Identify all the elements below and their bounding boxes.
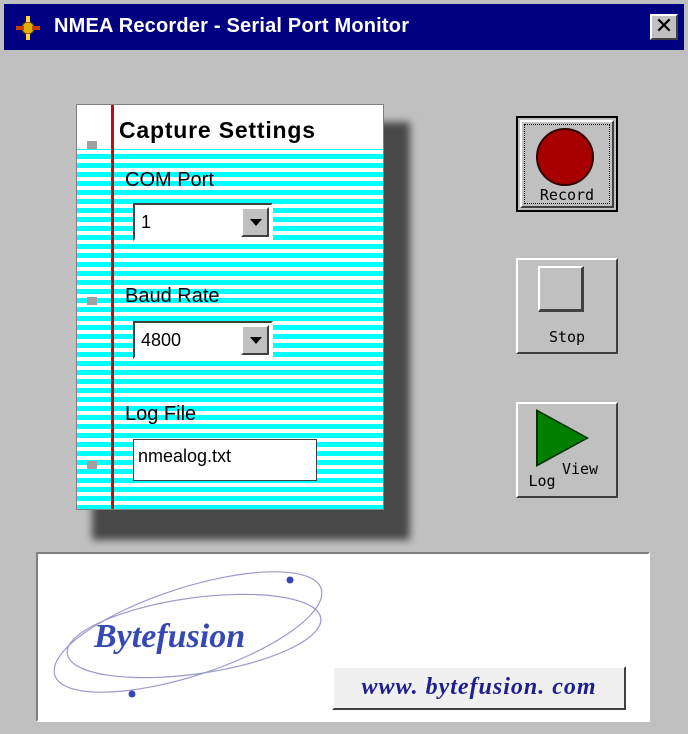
capture-settings-title: Capture Settings bbox=[119, 117, 316, 143]
close-button[interactable]: ✕ bbox=[650, 14, 678, 40]
com-port-select[interactable]: 1 bbox=[133, 203, 273, 241]
nmea-app-icon bbox=[16, 16, 40, 40]
website-link-button[interactable]: www. bytefusion. com bbox=[332, 666, 626, 710]
website-link-text: www. bytefusion. com bbox=[361, 674, 597, 700]
title-bar[interactable]: NMEA Recorder - Serial Port Monitor ✕ bbox=[4, 4, 684, 50]
close-icon: ✕ bbox=[654, 14, 674, 39]
orbit-dot bbox=[286, 576, 294, 584]
main-window: NMEA Recorder - Serial Port Monitor ✕ Ca… bbox=[0, 0, 688, 734]
play-triangle-icon bbox=[538, 412, 586, 464]
bytefusion-logo: Bytefusion bbox=[94, 618, 246, 655]
chevron-down-icon[interactable] bbox=[241, 207, 269, 237]
log-label: Log bbox=[528, 472, 556, 490]
orbit-dot bbox=[128, 690, 136, 698]
log-file-field[interactable] bbox=[133, 439, 317, 481]
record-label: Record bbox=[539, 186, 595, 204]
com-port-label: COM Port bbox=[125, 169, 214, 191]
log-file-input[interactable] bbox=[138, 446, 308, 467]
notepad-margin-line bbox=[111, 105, 114, 509]
record-circle-icon bbox=[536, 128, 594, 186]
notepad-hole bbox=[87, 297, 97, 305]
chevron-down-icon[interactable] bbox=[241, 325, 269, 355]
stop-label: Stop bbox=[548, 328, 586, 346]
notepad-hole bbox=[87, 461, 97, 469]
notepad-hole bbox=[87, 141, 97, 149]
window-title: NMEA Recorder - Serial Port Monitor bbox=[54, 15, 410, 37]
log-file-label: Log File bbox=[125, 403, 197, 425]
capture-settings-notepad: Capture Settings COM Port 1 Baud Rate 48… bbox=[76, 104, 384, 510]
baud-rate-value: 4800 bbox=[141, 330, 182, 350]
view-log-button[interactable]: View Log bbox=[516, 402, 618, 498]
record-button[interactable]: Record bbox=[516, 116, 618, 212]
baud-rate-select[interactable]: 4800 bbox=[133, 321, 273, 359]
com-port-value: 1 bbox=[141, 212, 152, 232]
stop-square-icon bbox=[538, 266, 584, 312]
baud-rate-label: Baud Rate bbox=[125, 285, 220, 307]
bytefusion-logo-panel: Bytefusion www. bytefusion. com bbox=[36, 552, 650, 722]
stop-button[interactable]: Stop bbox=[516, 258, 618, 354]
